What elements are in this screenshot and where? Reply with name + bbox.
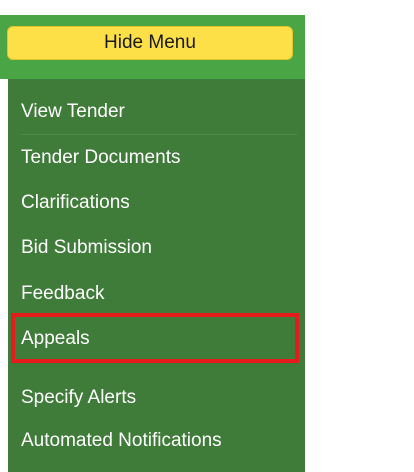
hide-menu-button[interactable]: Hide Menu [7, 26, 293, 60]
menu-item-automated-notifications[interactable]: Automated Notifications [21, 429, 222, 453]
menu-item-view-tender[interactable]: View Tender [21, 100, 125, 124]
menu-item-specify-alerts[interactable]: Specify Alerts [21, 386, 136, 410]
menu-header: Hide Menu [0, 15, 305, 79]
menu-item-clarifications[interactable]: Clarifications [21, 191, 130, 215]
menu-item-tender-documents[interactable]: Tender Documents [21, 146, 180, 170]
menu-item-bid-submission[interactable]: Bid Submission [21, 236, 152, 260]
menu-divider [21, 134, 297, 135]
menu-panel [8, 79, 305, 472]
menu-item-appeals[interactable]: Appeals [21, 327, 90, 351]
menu-item-feedback[interactable]: Feedback [21, 282, 104, 306]
